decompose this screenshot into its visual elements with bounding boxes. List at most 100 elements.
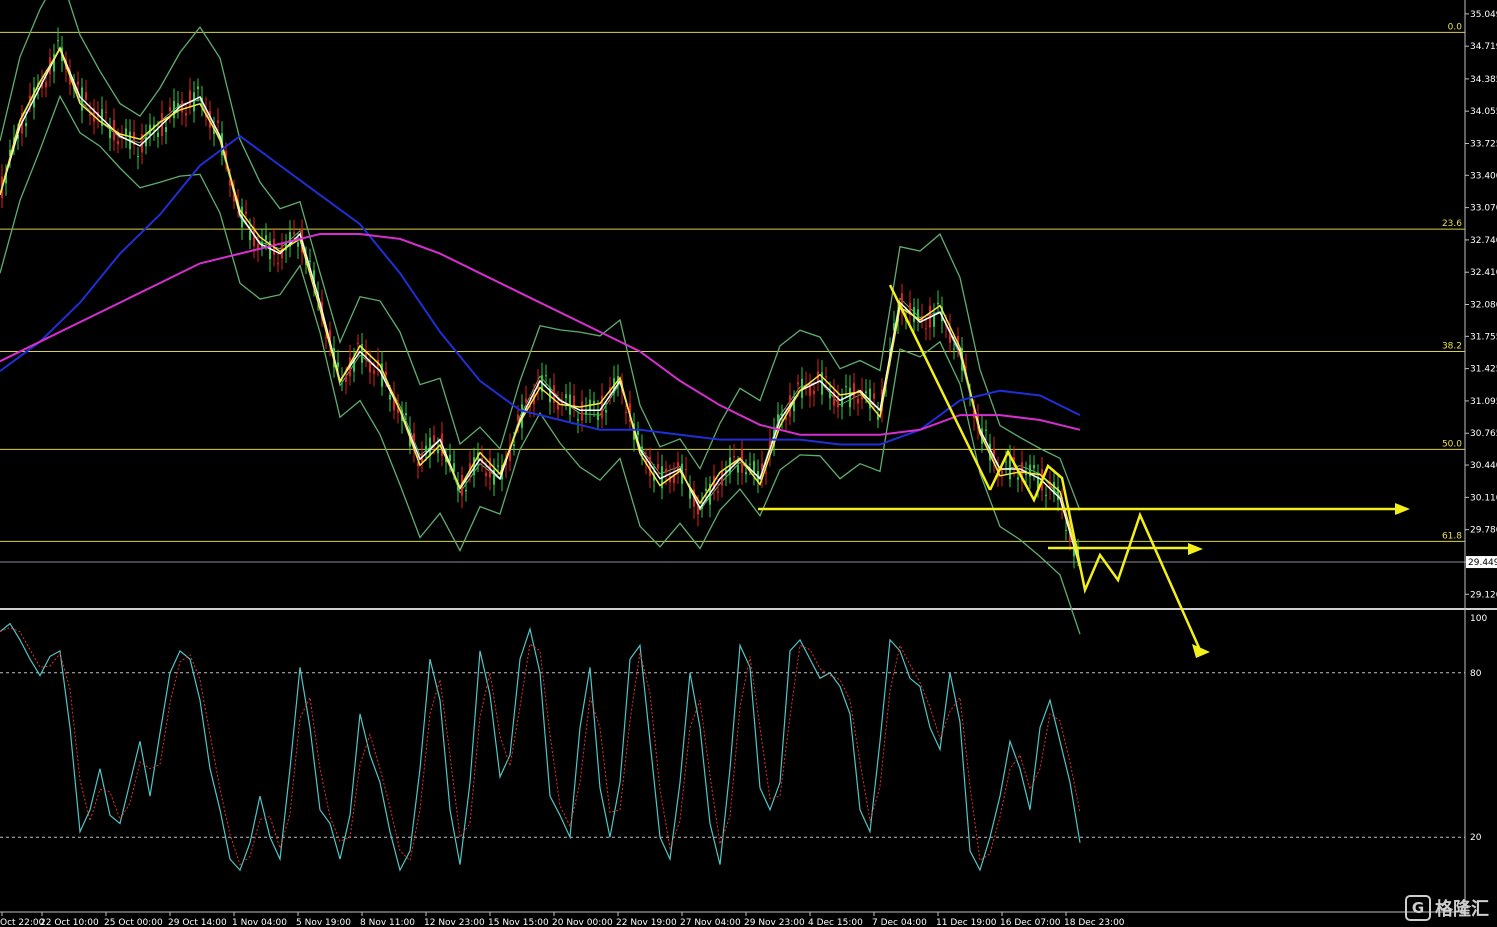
candle-body [797,382,799,385]
time-tick-label: 11 Dec 19:00 [936,918,997,927]
candle-body [985,429,987,431]
candle-body [137,156,139,158]
time-tick-label: 25 Oct 00:00 [104,918,163,927]
candle-body [89,114,91,116]
candle-body [197,86,199,89]
candle-body [597,411,599,421]
candle-body [293,232,295,235]
time-tick-label: 29 Nov 23:00 [744,918,805,927]
osc-level-label-100: 100 [1470,614,1487,624]
candle-body [1017,477,1019,480]
candle-body [193,92,195,112]
osc-level-label-20: 20 [1470,833,1482,843]
time-tick-label: 22 Oct 10:00 [40,918,99,927]
candle-body [309,260,311,262]
candle-body [325,337,327,339]
candle-body [125,128,127,136]
fib-label-0.0: 0.0 [1448,22,1463,32]
candle-body [525,398,527,403]
price-tick-label: 34.719 [1470,42,1497,52]
time-tick-label: 7 Dec 04:00 [872,918,927,927]
price-tick-label: 33.070 [1470,204,1497,214]
price-tick-label: 32.410 [1470,268,1497,278]
candle-body [117,140,119,145]
price-chart: 0.0 23.6 38.2 50.0 61.8 35.049 34.719 34.385 34… [0,0,1497,927]
candle-body [637,430,639,435]
brand-name: 格隆汇 [1435,899,1489,920]
price-tick-label: 31.425 [1470,365,1497,375]
osc-level-label-80: 80 [1470,669,1482,679]
candle-body [841,396,843,407]
candle-body [429,437,431,456]
time-tick-label: 27 Nov 04:00 [680,918,741,927]
candle-body [953,348,955,350]
price-tick-label: 31.095 [1470,397,1497,407]
candle-body [825,375,827,378]
candle-body [449,454,451,461]
current-price-label: 29.449 [1468,558,1497,568]
candle-body [745,471,747,475]
candle-body [1065,529,1067,531]
time-tick-label: 12 Nov 23:00 [424,918,485,927]
time-tick-label: 16 Dec 07:00 [1000,918,1061,927]
time-tick-label: 1 Nov 04:00 [232,918,287,927]
candle-body [777,414,779,422]
candle-body [277,263,279,265]
candle-body [265,235,267,240]
candle-body [605,410,607,413]
price-tick-label: 30.440 [1470,461,1497,471]
time-tick-label: 5 Nov 19:00 [296,918,351,927]
candle-body [77,81,79,85]
price-tick-label: 34.385 [1470,75,1497,85]
candle-body [925,328,927,330]
candle-body [685,468,687,470]
candle-body [937,302,939,305]
candle-body [249,230,251,241]
candle-body [425,445,427,452]
fib-label-38.2: 38.2 [1442,341,1462,351]
brand-watermark: G 格隆汇 [1405,895,1489,921]
candle-body [625,411,627,414]
chart-background [0,0,1497,927]
candle-body [25,123,27,127]
price-tick-label: 34.055 [1470,107,1497,117]
candle-body [517,414,519,421]
candle-body [813,390,815,395]
price-tick-label: 30.765 [1470,429,1497,439]
candle-body [733,456,735,458]
candle-body [845,386,847,388]
candle-body [865,391,867,394]
candle-body [717,491,719,493]
candle-body [737,465,739,473]
candle-body [389,394,391,400]
candle-body [1045,494,1047,496]
candle-body [85,92,87,100]
candle-body [357,342,359,344]
fib-label-61.8: 61.8 [1442,531,1462,541]
price-tick-label: 29.120 [1470,590,1497,600]
time-tick-label: 15 Nov 15:00 [488,918,549,927]
time-tick-label: 8 Nov 11:00 [360,918,415,927]
candle-body [189,90,191,107]
candle-body [753,461,755,473]
candle-body [853,383,855,398]
price-tick-label: 35.049 [1470,10,1497,20]
candle-body [105,111,107,113]
price-tick-label: 29.780 [1470,526,1497,536]
candle-body [749,463,751,465]
fib-label-50.0: 50.0 [1442,439,1462,449]
candle-body [465,489,467,492]
candle-body [657,464,659,469]
time-tick-label: 4 Dec 15:00 [808,918,863,927]
candle-body [245,211,247,214]
g-logo-icon: G [1405,895,1431,921]
time-tick-label: 22 Nov 19:00 [616,918,677,927]
candle-body [169,107,171,112]
candle-body [217,120,219,123]
candle-body [373,370,375,374]
candle-body [557,403,559,410]
price-tick-label: 32.080 [1470,301,1497,311]
candle-body [1033,464,1035,469]
candle-body [405,413,407,416]
candle-body [849,387,851,408]
